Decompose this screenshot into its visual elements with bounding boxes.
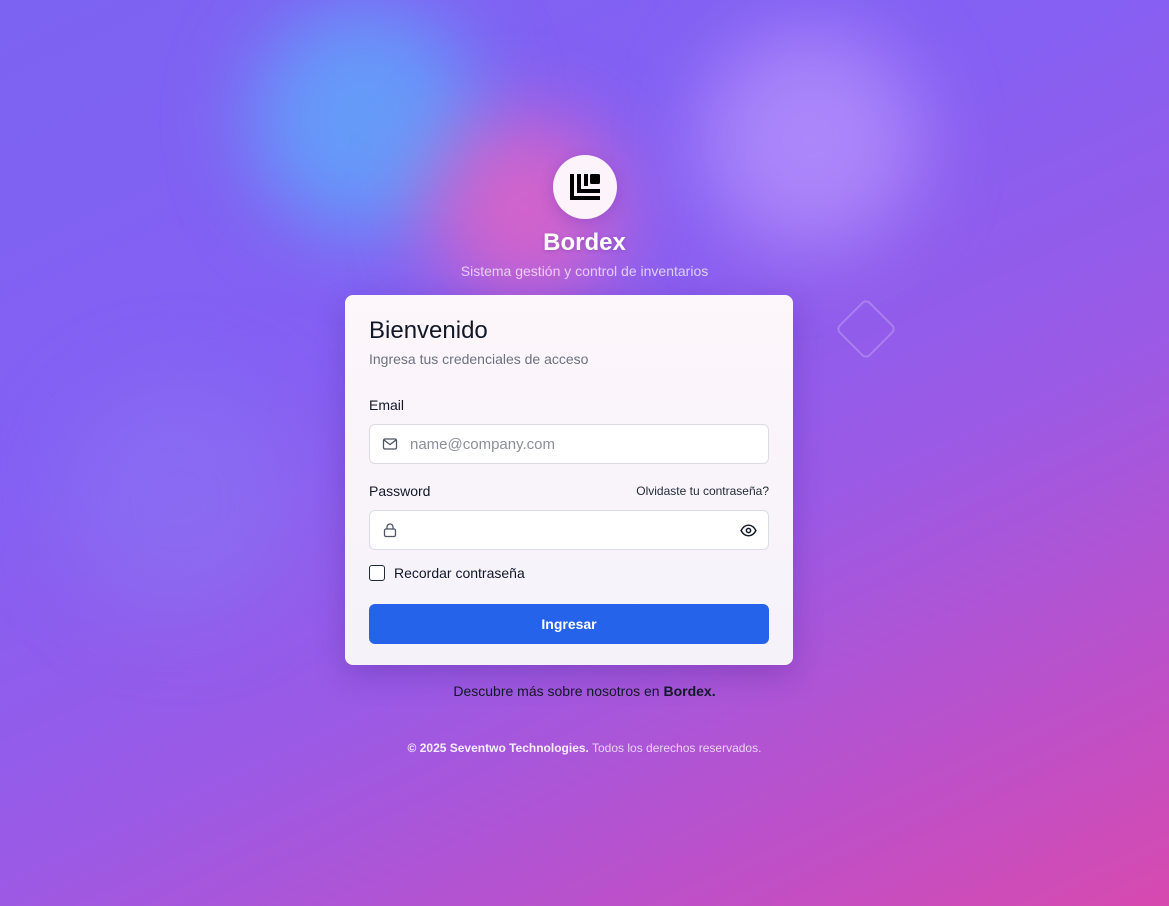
forgot-password-link[interactable]: Olvidaste tu contraseña? (636, 484, 769, 498)
submit-button[interactable]: Ingresar (369, 604, 769, 644)
lock-icon (370, 522, 410, 538)
login-title: Bienvenido (369, 317, 488, 344)
email-field[interactable] (410, 425, 768, 463)
login-card: Bienvenido Ingresa tus credenciales de a… (345, 295, 793, 665)
brand-header: Bordex Sistema gestión y control de inve… (0, 155, 1169, 279)
footer-rights: Todos los derechos reservados. (588, 741, 762, 755)
login-subtitle: Ingresa tus credenciales de acceso (369, 351, 589, 367)
bordex-link[interactable]: Bordex. (663, 683, 715, 699)
footer: © 2025 Seventwo Technologies. Todos los … (0, 741, 1169, 755)
discover-prefix: Descubre más sobre nosotros en (453, 683, 664, 699)
remember-label[interactable]: Recordar contraseña (394, 565, 525, 581)
brand-subtitle: Sistema gestión y control de inventarios (460, 263, 709, 279)
remember-row: Recordar contraseña (369, 565, 769, 581)
decorative-diamond (834, 297, 898, 361)
footer-copyright: © 2025 Seventwo Technologies. (407, 741, 589, 755)
password-field[interactable] (410, 511, 728, 549)
remember-checkbox[interactable] (369, 565, 385, 581)
brand-name: Bordex (543, 229, 626, 256)
email-field-wrapper (369, 424, 769, 464)
mail-icon (370, 436, 410, 452)
password-field-wrapper (369, 510, 769, 550)
email-label: Email (369, 397, 405, 413)
eye-icon[interactable] (728, 522, 768, 539)
password-label-row: Password Olvidaste tu contraseña? (369, 482, 769, 500)
bordex-logo-icon (552, 155, 617, 219)
password-label: Password (369, 483, 431, 499)
discover-text: Descubre más sobre nosotros en Bordex. (0, 683, 1169, 699)
background-blob-left (60, 380, 300, 620)
